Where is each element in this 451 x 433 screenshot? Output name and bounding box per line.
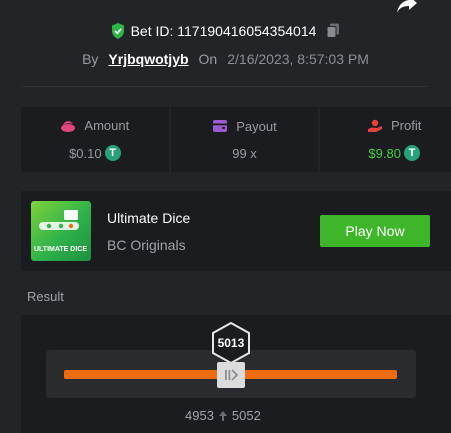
- bet-timestamp: 2/16/2023, 8:57:03 PM: [227, 51, 369, 67]
- profit-label: Profit: [391, 118, 422, 133]
- header-divider: [21, 86, 429, 87]
- payout-label: Payout: [236, 118, 277, 134]
- shield-check-icon: [111, 23, 124, 39]
- bet-byline: By Yrjbqwotjyb On 2/16/2023, 8:57:03 PM: [0, 51, 451, 67]
- thumbnail-title: ULTIMATE DICE: [34, 246, 88, 253]
- slider-handle[interactable]: [216, 362, 245, 388]
- game-title[interactable]: Ultimate Dice: [107, 210, 190, 226]
- amount-label: Amount: [84, 118, 130, 133]
- bet-id-label: Bet ID: 117190416054354014: [130, 23, 317, 39]
- range-high: 5052: [231, 408, 261, 423]
- game-thumbnail[interactable]: ULTIMATE DICE: [31, 201, 91, 261]
- bet-stats: Amount $0.10 T Payout 99 x Profit $9.80 …: [21, 107, 451, 172]
- slider-grip-icon: [224, 369, 238, 381]
- bet-chips-icon: [61, 120, 76, 132]
- tether-coin-icon: T: [403, 145, 420, 161]
- on-label: On: [198, 51, 218, 67]
- roll-range: 4953 5052: [185, 408, 261, 423]
- roll-value: 5013: [217, 336, 245, 350]
- result-panel: 5013 4953 5052: [21, 315, 451, 433]
- hand-coin-icon: [368, 119, 382, 132]
- copy-icon[interactable]: [326, 23, 340, 39]
- bet-id-header: Bet ID: 117190416054354014: [0, 23, 451, 39]
- payout-value: 99 x: [232, 145, 257, 161]
- stat-amount: Amount $0.10 T: [21, 107, 169, 172]
- result-heading: Result: [27, 289, 64, 304]
- play-now-button[interactable]: Play Now: [320, 215, 430, 247]
- game-card: ULTIMATE DICE Ultimate Dice BC Originals…: [21, 191, 451, 271]
- range-low: 4953: [185, 408, 214, 423]
- by-label: By: [82, 51, 99, 67]
- game-provider: BC Originals: [107, 237, 186, 253]
- roll-marker: 5013: [210, 322, 252, 364]
- arrow-up-icon: [218, 410, 227, 421]
- stat-profit: Profit $9.80 T: [320, 107, 451, 172]
- tether-coin-icon: T: [104, 145, 121, 161]
- amount-value: $0.10: [69, 145, 102, 161]
- stat-payout: Payout 99 x: [170, 107, 319, 172]
- username-link[interactable]: Yrjbqwotjyb: [108, 51, 188, 67]
- profit-value: $9.80: [368, 145, 401, 161]
- wallet-icon: [213, 120, 228, 132]
- share-arrow-icon[interactable]: [395, 0, 419, 16]
